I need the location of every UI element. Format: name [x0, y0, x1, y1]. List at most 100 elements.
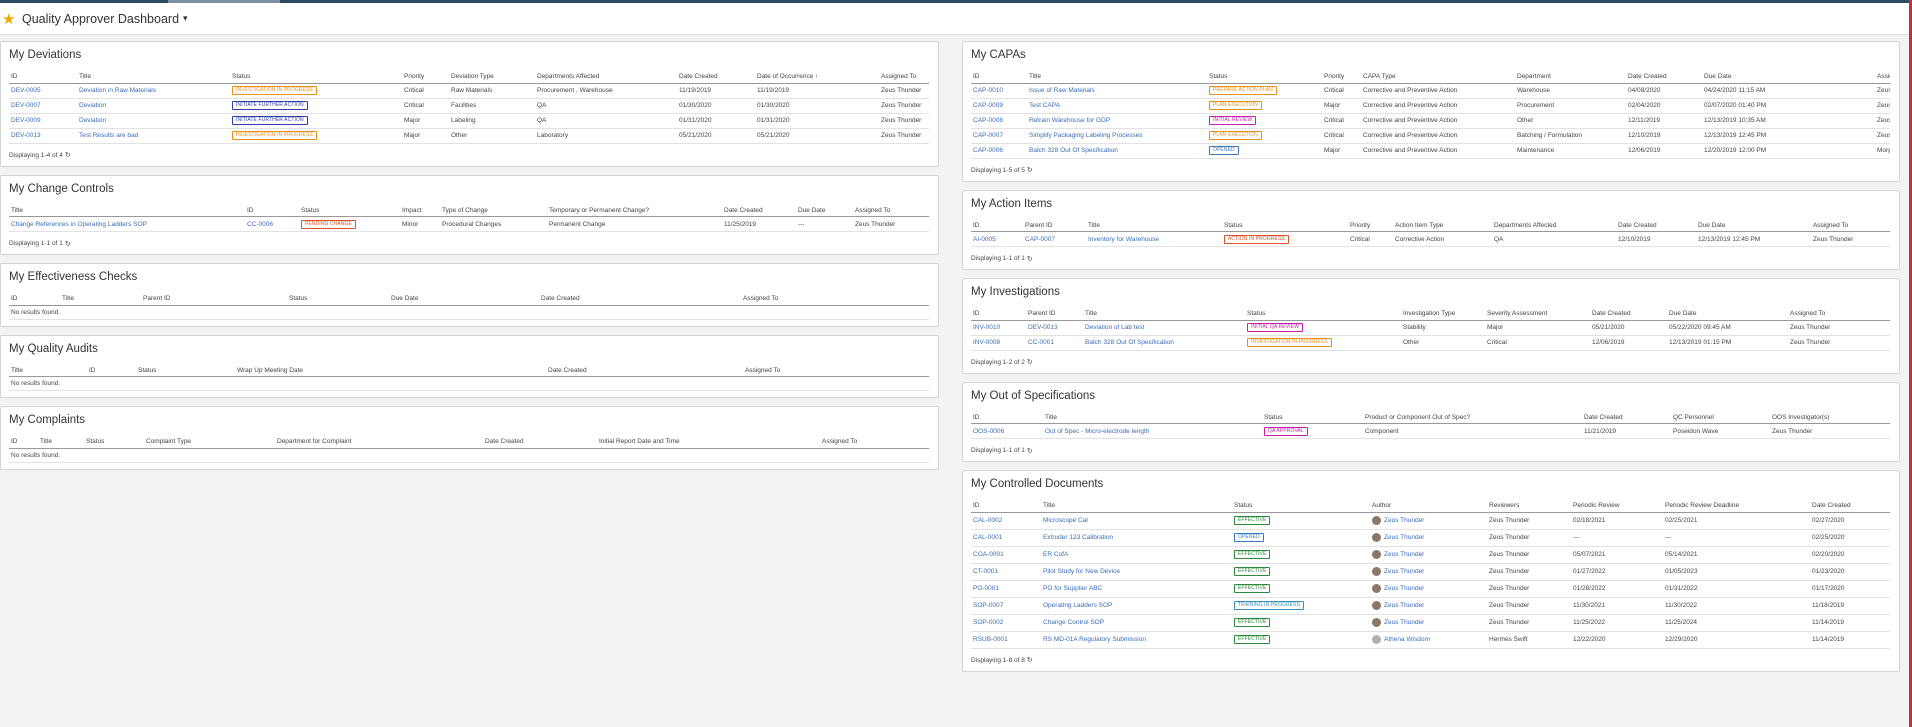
- column-header-initial-report-date-and-time[interactable]: Initial Report Date and Time: [597, 436, 820, 449]
- cell-author[interactable]: Athena Wisdom: [1370, 631, 1487, 649]
- column-header-date-created[interactable]: Date Created: [483, 436, 597, 449]
- chevron-down-icon[interactable]: ▾: [183, 13, 188, 24]
- cell-parent-id[interactable]: CC-0001: [1026, 335, 1083, 351]
- record-link[interactable]: Test CAPA: [1029, 102, 1060, 109]
- column-header-qc-personnel[interactable]: QC Personnel: [1671, 411, 1770, 424]
- table-row[interactable]: DEV-0007 Deviation INITIATE FURTHER ACTION…: [9, 98, 929, 114]
- cell-id[interactable]: SOP-0002: [971, 614, 1041, 632]
- column-header-title[interactable]: Title: [1086, 219, 1222, 232]
- table-row[interactable]: SOP-0007 Operating Ladders SOP TRAINING IN…: [971, 597, 1890, 615]
- column-header-capa-type[interactable]: CAPA Type: [1361, 71, 1515, 84]
- column-header-id[interactable]: ID: [971, 411, 1043, 424]
- column-header-assigned-to[interactable]: Assigned To: [1788, 308, 1890, 321]
- cell-title[interactable]: Retrain Warehouse for GDP: [1027, 113, 1207, 129]
- table-row[interactable]: CAP-0010 Issue of Raw Materials PREPARE AC…: [971, 83, 1890, 99]
- record-link[interactable]: DEV-0013: [1028, 324, 1058, 331]
- column-header-assigned-to[interactable]: Assigned To: [741, 293, 929, 306]
- column-header-status[interactable]: Status: [1222, 219, 1348, 232]
- column-header-product-or-component-out-of-spec[interactable]: Product or Component Out of Spec?: [1363, 411, 1582, 424]
- cell-title[interactable]: Issue of Raw Materials: [1027, 83, 1207, 99]
- record-link[interactable]: OOS-0006: [973, 428, 1004, 435]
- table-row[interactable]: CAL-0002 Microscope Cal EFFECTIVE Zeus Thun…: [971, 512, 1890, 530]
- record-link[interactable]: DEV-0009: [11, 117, 41, 124]
- cell-author[interactable]: Zeus Thunder: [1370, 597, 1487, 615]
- refresh-icon[interactable]: ↻: [65, 240, 71, 248]
- column-header-priority[interactable]: Priority: [1348, 219, 1393, 232]
- column-header-status[interactable]: Status: [84, 436, 144, 449]
- column-header-temporary-or-permanent-change[interactable]: Temporary or Permanent Change?: [547, 204, 722, 217]
- column-header-date-created[interactable]: Date Created: [1626, 71, 1702, 84]
- column-header-assigned-to[interactable]: Assigned To: [1811, 219, 1890, 232]
- cell-author[interactable]: Zeus Thunder: [1370, 563, 1487, 581]
- record-link[interactable]: Change References in Operating Ladders S…: [11, 221, 147, 228]
- table-row[interactable]: INV-0010 DEV-0013 Deviation of Lab test INI…: [971, 320, 1890, 336]
- column-header-date-created[interactable]: Date Created: [1590, 308, 1667, 321]
- star-icon[interactable]: ★: [2, 10, 18, 28]
- cell-parent-id[interactable]: DEV-0013: [1026, 320, 1083, 336]
- table-row[interactable]: SOP-0002 Change Control SOP EFFECTIVE Zeus …: [971, 614, 1890, 632]
- cell-title[interactable]: Microscope Cal: [1041, 512, 1232, 530]
- column-header-date-created[interactable]: Date Created: [1616, 219, 1696, 232]
- record-link[interactable]: Test Results are bad: [79, 132, 138, 139]
- record-link[interactable]: CAP-0007: [1025, 236, 1055, 243]
- sort-ascending-icon[interactable]: ↑: [813, 74, 818, 80]
- table-row[interactable]: CAP-0006 Batch 328 Out Of Specification OP…: [971, 143, 1890, 159]
- column-header-deviation-type[interactable]: Deviation Type: [449, 71, 535, 84]
- table-row[interactable]: DEV-0009 Deviation INITIATE FURTHER ACTION…: [9, 113, 929, 129]
- table-row[interactable]: COA-0001 ER CofA EFFECTIVE Zeus Thunder Zeus…: [971, 546, 1890, 564]
- record-link[interactable]: Deviation in Raw Materials: [79, 87, 156, 94]
- record-link[interactable]: Operating Ladders SOP: [1043, 602, 1112, 609]
- column-header-priority[interactable]: Priority: [1322, 71, 1361, 84]
- record-link[interactable]: SOP-0007: [973, 602, 1003, 609]
- record-link[interactable]: Zeus Thunder: [1384, 534, 1424, 541]
- table-row[interactable]: CAP-0007 Simplify Packaging Labeling Proc…: [971, 128, 1890, 144]
- table-row[interactable]: PO-0001 PO for Supplier ABC EFFECTIVE Zeus …: [971, 580, 1890, 598]
- record-link[interactable]: CAP-0009: [973, 102, 1003, 109]
- record-link[interactable]: RS MD-01A Regulatory Submission: [1043, 636, 1146, 643]
- cell-id[interactable]: COA-0001: [971, 546, 1041, 564]
- column-header-reviewers[interactable]: Reviewers: [1487, 500, 1571, 513]
- refresh-icon[interactable]: ↻: [65, 151, 71, 159]
- column-header-title[interactable]: Title: [1041, 500, 1232, 513]
- cell-title[interactable]: RS MD-01A Regulatory Submission: [1041, 631, 1232, 649]
- record-link[interactable]: Simplify Packaging Labeling Processes: [1029, 132, 1142, 139]
- cell-author[interactable]: Zeus Thunder: [1370, 529, 1487, 547]
- column-header-date-created[interactable]: Date Created: [539, 293, 741, 306]
- column-header-due-date[interactable]: Due Date: [1696, 219, 1811, 232]
- record-link[interactable]: Zeus Thunder: [1384, 585, 1424, 592]
- record-link[interactable]: CAL-0001: [973, 534, 1002, 541]
- cell-id[interactable]: DEV-0009: [9, 113, 77, 129]
- table-row[interactable]: Change References in Operating Ladders S…: [9, 216, 929, 232]
- column-header-title[interactable]: Title: [1043, 411, 1262, 424]
- column-header-status[interactable]: Status: [299, 204, 400, 217]
- cell-title[interactable]: Change References in Operating Ladders S…: [9, 216, 245, 232]
- column-header-id[interactable]: ID: [971, 219, 1023, 232]
- column-header-status[interactable]: Status: [1262, 411, 1363, 424]
- record-link[interactable]: Zeus Thunder: [1384, 517, 1424, 524]
- cell-id[interactable]: CAP-0007: [971, 128, 1027, 144]
- column-header-action-item-type[interactable]: Action Item Type: [1393, 219, 1492, 232]
- column-header-due-date[interactable]: Due Date: [1702, 71, 1875, 84]
- cell-id[interactable]: AI-0005: [971, 231, 1023, 247]
- record-link[interactable]: CAL-0002: [973, 517, 1002, 524]
- refresh-icon[interactable]: ↻: [1027, 358, 1033, 366]
- record-link[interactable]: Microscope Cal: [1043, 517, 1088, 524]
- record-link[interactable]: Deviation: [79, 102, 106, 109]
- column-header-departments-affected[interactable]: Departments Affected: [535, 71, 677, 84]
- cell-id[interactable]: DEV-0005: [9, 83, 77, 99]
- cell-id[interactable]: CAP-0008: [971, 113, 1027, 129]
- table-row[interactable]: OOS-0006 Out of Spec - Micro-electrode le…: [971, 423, 1890, 439]
- column-header-title[interactable]: Title: [60, 293, 141, 306]
- cell-title[interactable]: Change Control SOP: [1041, 614, 1232, 632]
- column-header-id[interactable]: ID: [971, 71, 1027, 84]
- record-link[interactable]: DEV-0013: [11, 132, 41, 139]
- column-header-status[interactable]: Status: [1232, 500, 1370, 513]
- cell-id[interactable]: OOS-0006: [971, 423, 1043, 439]
- column-header-department[interactable]: Department: [1515, 71, 1626, 84]
- record-link[interactable]: SOP-0002: [973, 619, 1003, 626]
- record-link[interactable]: PO-0001: [973, 585, 999, 592]
- cell-id[interactable]: CAP-0010: [971, 83, 1027, 99]
- column-header-investigation-type[interactable]: Investigation Type: [1401, 308, 1485, 321]
- refresh-icon[interactable]: ↻: [1027, 656, 1033, 664]
- cell-id[interactable]: INV-0010: [971, 320, 1026, 336]
